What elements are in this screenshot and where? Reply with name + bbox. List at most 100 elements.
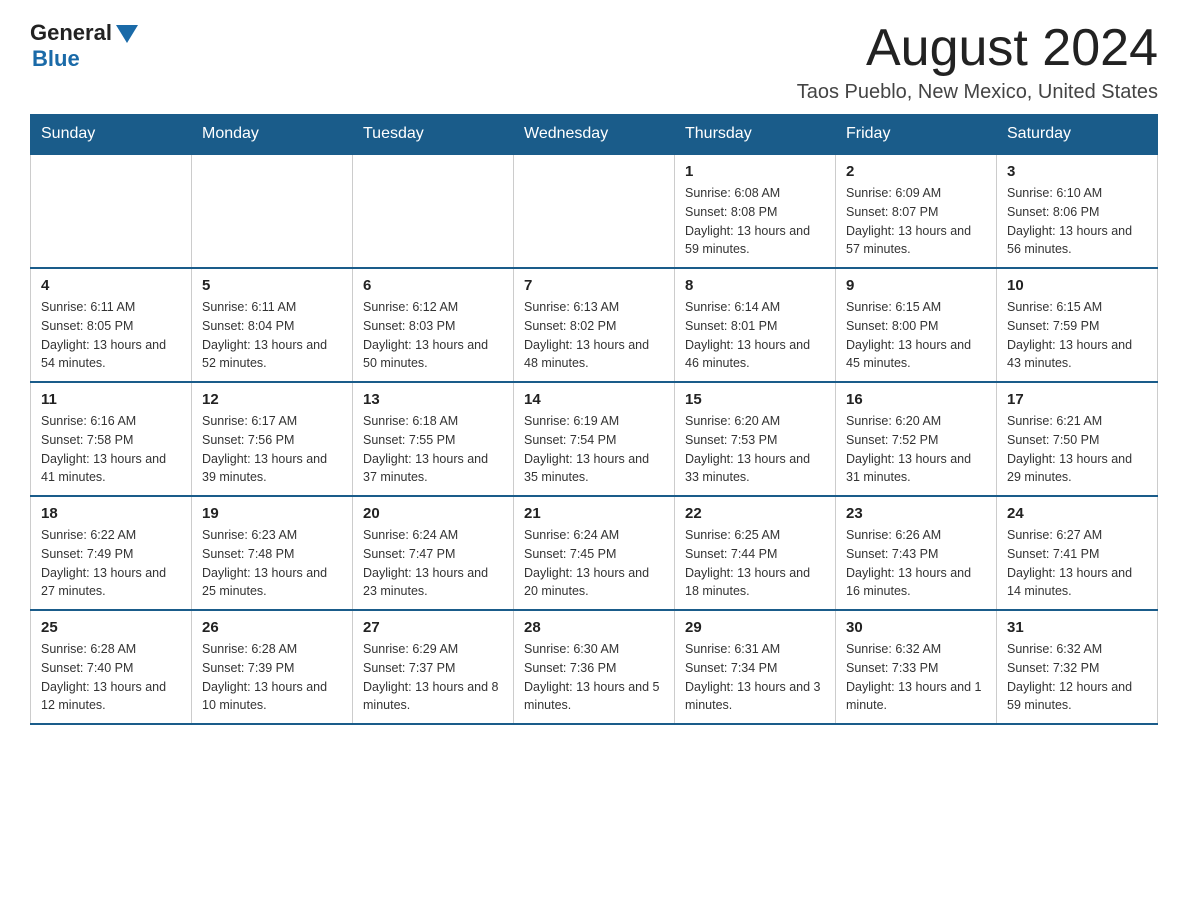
day-number: 1 (685, 163, 825, 180)
calendar-week-3: 11 Sunrise: 6:16 AM Sunset: 7:58 PM Dayli… (31, 382, 1158, 496)
day-number: 15 (685, 391, 825, 408)
calendar-cell: 31 Sunrise: 6:32 AM Sunset: 7:32 PM Dayli… (997, 610, 1158, 724)
day-number: 17 (1007, 391, 1147, 408)
day-info: Sunrise: 6:08 AM Sunset: 8:08 PM Dayligh… (685, 184, 825, 259)
calendar-cell: 27 Sunrise: 6:29 AM Sunset: 7:37 PM Dayli… (353, 610, 514, 724)
calendar-cell (31, 154, 192, 268)
day-number: 13 (363, 391, 503, 408)
calendar-cell: 6Sunrise: 6:12 AM Sunset: 8:03 PM Daylig… (353, 268, 514, 382)
calendar-cell: 14Sunrise: 6:19 AM Sunset: 7:54 PM Dayli… (514, 382, 675, 496)
day-number: 29 (685, 619, 825, 636)
calendar-cell: 30 Sunrise: 6:32 AM Sunset: 7:33 PM Dayli… (836, 610, 997, 724)
logo-general: General (30, 20, 112, 46)
calendar-cell: 23 Sunrise: 6:26 AM Sunset: 7:43 PM Dayli… (836, 496, 997, 610)
calendar-header-tuesday: Tuesday (353, 115, 514, 155)
calendar-cell (514, 154, 675, 268)
calendar-cell: 8 Sunrise: 6:14 AM Sunset: 8:01 PM Daylig… (675, 268, 836, 382)
day-info: Sunrise: 6:18 AM Sunset: 7:55 PM Dayligh… (363, 412, 503, 487)
day-info: Sunrise: 6:30 AM Sunset: 7:36 PM Dayligh… (524, 640, 664, 715)
day-info: Sunrise: 6:28 AM Sunset: 7:39 PM Dayligh… (202, 640, 342, 715)
day-info: Sunrise: 6:32 AM Sunset: 7:32 PM Dayligh… (1007, 640, 1147, 715)
day-info: Sunrise: 6:12 AM Sunset: 8:03 PM Dayligh… (363, 298, 503, 373)
day-number: 10 (1007, 277, 1147, 294)
day-info: Sunrise: 6:32 AM Sunset: 7:33 PM Dayligh… (846, 640, 986, 715)
day-info: Sunrise: 6:26 AM Sunset: 7:43 PM Dayligh… (846, 526, 986, 601)
calendar-cell: 17 Sunrise: 6:21 AM Sunset: 7:50 PM Dayli… (997, 382, 1158, 496)
calendar-header-row: SundayMondayTuesdayWednesdayThursdayFrid… (31, 115, 1158, 155)
calendar-cell: 12Sunrise: 6:17 AM Sunset: 7:56 PM Dayli… (192, 382, 353, 496)
calendar: SundayMondayTuesdayWednesdayThursdayFrid… (30, 114, 1158, 725)
calendar-cell: 1 Sunrise: 6:08 AM Sunset: 8:08 PM Daylig… (675, 154, 836, 268)
day-number: 27 (363, 619, 503, 636)
day-number: 18 (41, 505, 181, 522)
calendar-header-saturday: Saturday (997, 115, 1158, 155)
calendar-cell: 28 Sunrise: 6:30 AM Sunset: 7:36 PM Dayli… (514, 610, 675, 724)
day-info: Sunrise: 6:20 AM Sunset: 7:52 PM Dayligh… (846, 412, 986, 487)
calendar-cell: 13 Sunrise: 6:18 AM Sunset: 7:55 PM Dayli… (353, 382, 514, 496)
day-number: 7 (524, 277, 664, 294)
day-number: 20 (363, 505, 503, 522)
calendar-header-thursday: Thursday (675, 115, 836, 155)
calendar-week-2: 4Sunrise: 6:11 AM Sunset: 8:05 PM Daylig… (31, 268, 1158, 382)
day-number: 23 (846, 505, 986, 522)
logo-blue: Blue (32, 46, 80, 72)
day-number: 31 (1007, 619, 1147, 636)
day-info: Sunrise: 6:17 AM Sunset: 7:56 PM Dayligh… (202, 412, 342, 487)
day-number: 19 (202, 505, 342, 522)
calendar-header-sunday: Sunday (31, 115, 192, 155)
day-info: Sunrise: 6:23 AM Sunset: 7:48 PM Dayligh… (202, 526, 342, 601)
calendar-cell: 10 Sunrise: 6:15 AM Sunset: 7:59 PM Dayli… (997, 268, 1158, 382)
day-number: 11 (41, 391, 181, 408)
calendar-cell: 24Sunrise: 6:27 AM Sunset: 7:41 PM Dayli… (997, 496, 1158, 610)
calendar-cell: 7 Sunrise: 6:13 AM Sunset: 8:02 PM Daylig… (514, 268, 675, 382)
calendar-cell: 29 Sunrise: 6:31 AM Sunset: 7:34 PM Dayli… (675, 610, 836, 724)
day-number: 16 (846, 391, 986, 408)
day-info: Sunrise: 6:27 AM Sunset: 7:41 PM Dayligh… (1007, 526, 1147, 601)
calendar-week-5: 25 Sunrise: 6:28 AM Sunset: 7:40 PM Dayli… (31, 610, 1158, 724)
day-info: Sunrise: 6:22 AM Sunset: 7:49 PM Dayligh… (41, 526, 181, 601)
day-info: Sunrise: 6:10 AM Sunset: 8:06 PM Dayligh… (1007, 184, 1147, 259)
calendar-cell: 4Sunrise: 6:11 AM Sunset: 8:05 PM Daylig… (31, 268, 192, 382)
day-info: Sunrise: 6:11 AM Sunset: 8:05 PM Dayligh… (41, 298, 181, 373)
calendar-header-monday: Monday (192, 115, 353, 155)
day-info: Sunrise: 6:09 AM Sunset: 8:07 PM Dayligh… (846, 184, 986, 259)
calendar-week-4: 18 Sunrise: 6:22 AM Sunset: 7:49 PM Dayli… (31, 496, 1158, 610)
day-info: Sunrise: 6:14 AM Sunset: 8:01 PM Dayligh… (685, 298, 825, 373)
day-info: Sunrise: 6:29 AM Sunset: 7:37 PM Dayligh… (363, 640, 503, 715)
day-number: 3 (1007, 163, 1147, 180)
day-number: 9 (846, 277, 986, 294)
day-number: 14 (524, 391, 664, 408)
day-number: 26 (202, 619, 342, 636)
day-info: Sunrise: 6:20 AM Sunset: 7:53 PM Dayligh… (685, 412, 825, 487)
calendar-header-friday: Friday (836, 115, 997, 155)
page-header: General Blue August 2024 Taos Pueblo, Ne… (30, 20, 1158, 104)
month-title: August 2024 (797, 20, 1158, 77)
calendar-cell: 22Sunrise: 6:25 AM Sunset: 7:44 PM Dayli… (675, 496, 836, 610)
location-title: Taos Pueblo, New Mexico, United States (797, 81, 1158, 104)
day-number: 21 (524, 505, 664, 522)
calendar-cell: 3 Sunrise: 6:10 AM Sunset: 8:06 PM Daylig… (997, 154, 1158, 268)
day-info: Sunrise: 6:13 AM Sunset: 8:02 PM Dayligh… (524, 298, 664, 373)
day-info: Sunrise: 6:24 AM Sunset: 7:47 PM Dayligh… (363, 526, 503, 601)
calendar-cell: 9 Sunrise: 6:15 AM Sunset: 8:00 PM Daylig… (836, 268, 997, 382)
calendar-cell: 18 Sunrise: 6:22 AM Sunset: 7:49 PM Dayli… (31, 496, 192, 610)
calendar-cell: 21 Sunrise: 6:24 AM Sunset: 7:45 PM Dayli… (514, 496, 675, 610)
calendar-cell: 2Sunrise: 6:09 AM Sunset: 8:07 PM Daylig… (836, 154, 997, 268)
title-block: August 2024 Taos Pueblo, New Mexico, Uni… (797, 20, 1158, 104)
calendar-cell (353, 154, 514, 268)
calendar-header-wednesday: Wednesday (514, 115, 675, 155)
day-number: 30 (846, 619, 986, 636)
day-info: Sunrise: 6:24 AM Sunset: 7:45 PM Dayligh… (524, 526, 664, 601)
day-info: Sunrise: 6:21 AM Sunset: 7:50 PM Dayligh… (1007, 412, 1147, 487)
day-info: Sunrise: 6:16 AM Sunset: 7:58 PM Dayligh… (41, 412, 181, 487)
day-number: 28 (524, 619, 664, 636)
calendar-cell: 15 Sunrise: 6:20 AM Sunset: 7:53 PM Dayli… (675, 382, 836, 496)
calendar-cell: 20 Sunrise: 6:24 AM Sunset: 7:47 PM Dayli… (353, 496, 514, 610)
day-info: Sunrise: 6:15 AM Sunset: 8:00 PM Dayligh… (846, 298, 986, 373)
day-info: Sunrise: 6:28 AM Sunset: 7:40 PM Dayligh… (41, 640, 181, 715)
day-number: 25 (41, 619, 181, 636)
day-info: Sunrise: 6:31 AM Sunset: 7:34 PM Dayligh… (685, 640, 825, 715)
day-info: Sunrise: 6:15 AM Sunset: 7:59 PM Dayligh… (1007, 298, 1147, 373)
calendar-cell: 26 Sunrise: 6:28 AM Sunset: 7:39 PM Dayli… (192, 610, 353, 724)
day-number: 8 (685, 277, 825, 294)
